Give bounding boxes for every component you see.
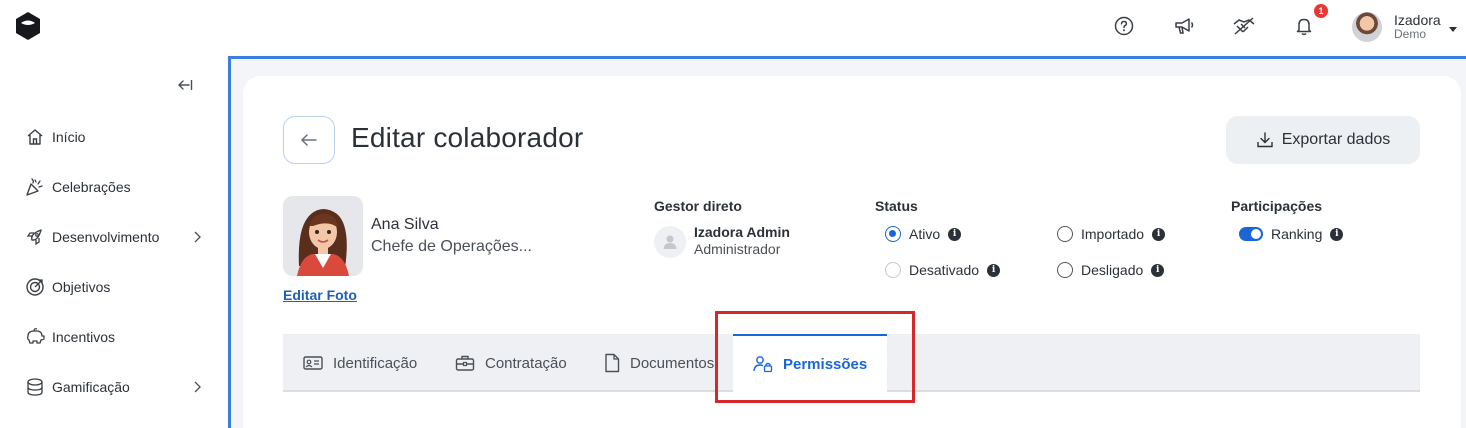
avatar bbox=[1352, 12, 1382, 42]
briefcase-icon bbox=[455, 355, 475, 371]
sidebar-item-label: Início bbox=[52, 129, 86, 145]
sidebar-item-incentivos[interactable]: Incentivos bbox=[24, 324, 208, 350]
radio-label: Ativo bbox=[909, 226, 941, 242]
info-icon[interactable]: i bbox=[1330, 227, 1344, 241]
bell-icon[interactable] bbox=[1292, 14, 1316, 38]
sidebar-item-objetivos[interactable]: Objetivos bbox=[24, 274, 208, 300]
status-radio-importado[interactable]: Importado i bbox=[1057, 226, 1166, 242]
download-icon bbox=[1257, 132, 1273, 148]
tab-identificacao[interactable]: Identificação bbox=[303, 334, 417, 392]
chevron-right-icon bbox=[194, 381, 201, 393]
radio-unchecked bbox=[1057, 262, 1073, 278]
sidebar-item-inicio[interactable]: Início bbox=[24, 124, 208, 150]
radio-label: Desativado bbox=[909, 262, 980, 278]
manager-section-label: Gestor direto bbox=[654, 198, 742, 214]
radio-unchecked bbox=[1057, 226, 1073, 242]
piggy-bank-icon bbox=[24, 326, 46, 348]
tab-label: Documentos bbox=[630, 354, 715, 372]
employee-role: Chefe de Operações... bbox=[371, 238, 532, 255]
manager-avatar bbox=[654, 226, 686, 258]
tab-label: Identificação bbox=[333, 354, 418, 372]
sidebar-item-label: Celebrações bbox=[52, 179, 131, 195]
participations-section-label: Participações bbox=[1231, 198, 1323, 214]
sidebar-item-label: Gamificação bbox=[52, 379, 130, 395]
status-section-label: Status bbox=[875, 198, 918, 214]
employee-name: Ana Silva bbox=[371, 216, 439, 233]
top-bar: 1 Izadora Demo bbox=[0, 0, 1466, 54]
status-radio-desativado[interactable]: Desativado i bbox=[885, 262, 1001, 278]
handshake-icon[interactable] bbox=[1232, 14, 1256, 38]
id-card-icon bbox=[303, 356, 323, 370]
arrow-left-icon bbox=[300, 134, 317, 146]
page-title: Editar colaborador bbox=[351, 122, 584, 153]
radio-label: Desligado bbox=[1081, 262, 1144, 278]
tab-documentos[interactable]: Documentos bbox=[604, 334, 714, 392]
manager-role: Administrador bbox=[694, 241, 781, 257]
sidebar-item-label: Objetivos bbox=[52, 279, 111, 295]
radio-checked bbox=[885, 226, 901, 242]
ranking-toggle-row: Ranking i bbox=[1239, 226, 1344, 242]
sidebar-item-desenvolvimento[interactable]: Desenvolvimento bbox=[24, 224, 208, 250]
info-icon[interactable]: i bbox=[1151, 263, 1165, 277]
help-icon[interactable] bbox=[1112, 14, 1136, 38]
employee-photo bbox=[283, 196, 363, 276]
document-icon bbox=[605, 353, 620, 373]
notification-badge: 1 bbox=[1314, 4, 1328, 18]
sidebar-item-label: Incentivos bbox=[52, 329, 116, 345]
user-menu[interactable]: Izadora Demo bbox=[1352, 11, 1457, 43]
megaphone-icon[interactable] bbox=[1172, 14, 1196, 38]
status-radio-desligado[interactable]: Desligado i bbox=[1057, 262, 1165, 278]
radio-label: Importado bbox=[1081, 226, 1145, 242]
user-icon bbox=[663, 235, 677, 249]
info-icon[interactable]: i bbox=[948, 227, 962, 241]
coins-icon bbox=[24, 376, 46, 398]
info-icon[interactable]: i bbox=[1152, 227, 1166, 241]
export-data-label: Exportar dados bbox=[1281, 131, 1391, 148]
tab-label: Contratação bbox=[485, 354, 567, 372]
export-data-button[interactable]: Exportar dados bbox=[1226, 116, 1420, 164]
ranking-label: Ranking bbox=[1271, 226, 1323, 242]
highlight-annotation bbox=[715, 311, 915, 403]
user-name: Izadora bbox=[1394, 12, 1441, 28]
status-radio-ativo[interactable]: Ativo i bbox=[885, 226, 962, 242]
app-logo-icon[interactable] bbox=[14, 11, 42, 41]
info-icon[interactable]: i bbox=[987, 263, 1001, 277]
sidebar-item-label: Desenvolvimento bbox=[52, 229, 160, 245]
edit-photo-link[interactable]: Editar Foto bbox=[283, 287, 357, 303]
tab-contratacao[interactable]: Contratação bbox=[455, 334, 567, 392]
home-icon bbox=[24, 126, 46, 148]
radio-unchecked bbox=[885, 262, 901, 278]
target-icon bbox=[24, 276, 46, 298]
caret-down-icon bbox=[1448, 26, 1457, 32]
ranking-toggle[interactable] bbox=[1239, 227, 1263, 241]
manager-name: Izadora Admin bbox=[694, 224, 790, 240]
user-subtitle: Demo bbox=[1394, 27, 1427, 41]
back-button[interactable] bbox=[283, 116, 335, 164]
collapse-sidebar-icon[interactable] bbox=[176, 76, 194, 94]
sidebar-item-gamificacao[interactable]: Gamificação bbox=[24, 374, 208, 400]
rocket-icon bbox=[24, 226, 46, 248]
sidebar-item-celebracoes[interactable]: Celebrações bbox=[24, 174, 208, 200]
confetti-icon bbox=[24, 176, 46, 198]
chevron-right-icon bbox=[194, 231, 201, 243]
